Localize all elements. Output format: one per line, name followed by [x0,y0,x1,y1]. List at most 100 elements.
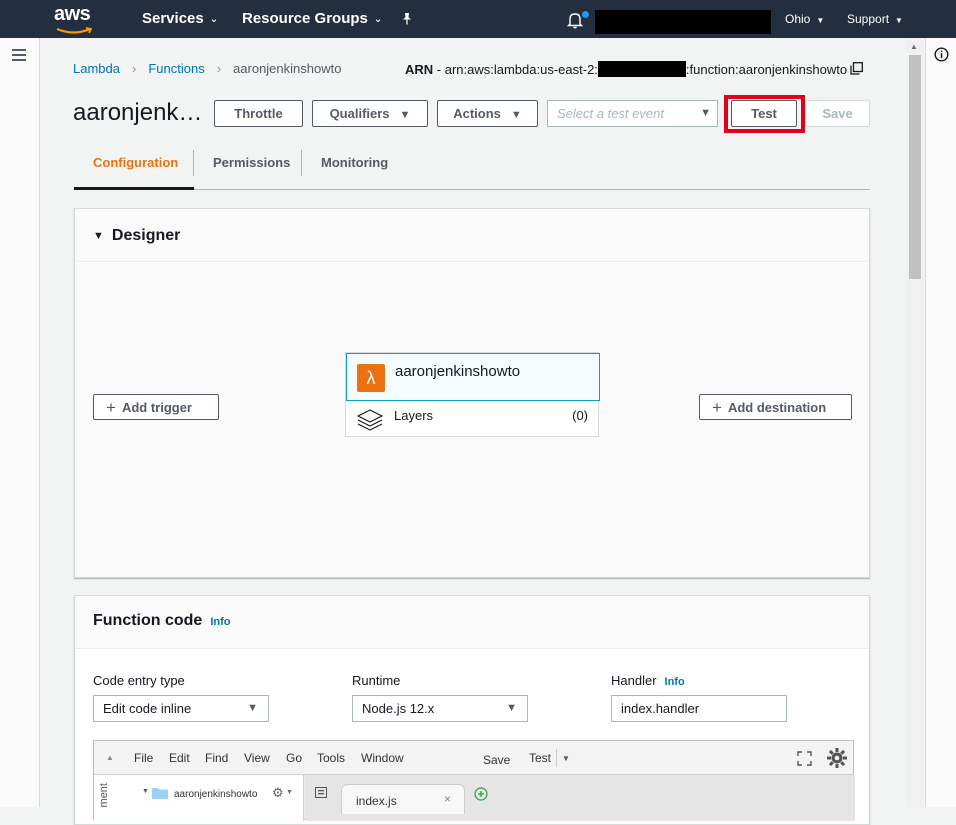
collapse-arrow-icon[interactable]: ▲ [106,753,114,762]
project-folder-name[interactable]: aaronjenkinshowto [174,789,257,800]
collapse-caret-icon: ▼ [93,230,104,242]
editor-menu-window[interactable]: Window [361,751,404,765]
scroll-up-arrow-icon[interactable]: ▲ [910,42,918,51]
pin-icon[interactable] [400,12,414,26]
active-tab-indicator [74,187,194,190]
resource-groups-menu[interactable]: Resource Groups ⌄ [242,10,382,27]
redacted-account-name [595,10,771,34]
tab-configuration[interactable]: Configuration [93,155,178,170]
support-label: Support [847,12,890,26]
designer-header[interactable]: ▼ Designer [75,209,869,262]
designer-canvas: λ aaronjenkinshowto Layers (0) + Add trig… [75,263,869,577]
notification-dot [582,11,589,18]
editor-menu-go[interactable]: Go [286,751,302,765]
save-button[interactable]: Save [805,100,870,127]
caret-down-icon[interactable]: ▼ [562,754,570,763]
plus-icon: + [712,398,722,417]
caret-down-icon: ▼ [700,107,711,119]
qualifiers-dropdown[interactable]: Qualifiers ▼ [312,100,428,127]
designer-title-text: Designer [111,227,181,244]
breadcrumb-lambda-link[interactable]: Lambda [73,61,120,76]
left-side-rail [0,38,40,807]
function-node[interactable]: λ aaronjenkinshowto Layers (0) [345,352,600,437]
actions-label: Actions [453,106,501,121]
info-icon[interactable] [934,47,949,62]
environment-side-label[interactable]: ment [98,783,110,807]
tab-permissions[interactable]: Permissions [213,155,290,170]
support-menu[interactable]: Support ▼ [847,12,903,26]
function-code-panel: Function code Info Code entry type Edit c… [74,595,870,825]
folder-expand-icon[interactable]: ▼ [142,788,149,795]
editor-file-tree: ment ▼ aaronjenkinshowto ⚙ ▼ [94,775,304,821]
breadcrumb-separator-icon: › [131,61,137,76]
editor-tab-index-js[interactable]: index.js × [341,784,465,814]
actions-dropdown[interactable]: Actions ▼ [437,100,538,127]
gear-icon[interactable] [826,747,848,769]
close-tab-icon[interactable]: × [444,792,451,806]
function-node-name: aaronjenkinshowto [395,363,521,380]
function-arn: ARN - arn:aws:lambda:us-east-2::function… [405,61,847,77]
code-editor: ▲ File Edit Find View Go Tools Window Sa… [93,740,855,821]
tab-divider [301,150,302,176]
editor-menu-tools[interactable]: Tools [317,751,345,765]
throttle-button[interactable]: Throttle [214,100,303,127]
redacted-account-id [597,61,686,77]
function-name-heading: aaronjenk… [73,99,203,126]
runtime-label: Runtime [352,673,401,688]
editor-test-button[interactable]: Test [529,751,551,765]
aws-logo-text: aws [54,3,91,25]
caret-down-icon: ▼ [399,109,411,121]
add-trigger-button[interactable]: + Add trigger [93,394,219,420]
editor-menu-edit[interactable]: Edit [169,751,190,765]
handler-input[interactable]: index.handler [611,695,787,722]
breadcrumb-separator-icon: › [216,61,222,76]
test-button-highlight-box [724,95,805,133]
handler-label-text: Handler [611,673,657,688]
services-menu[interactable]: Services ⌄ [142,10,218,27]
code-entry-type-select[interactable]: Edit code inline ▼ [93,695,269,722]
layers-label[interactable]: Layers [394,408,433,423]
arn-suffix: :function:aaronjenkinshowto [685,62,848,77]
function-node-header[interactable]: λ aaronjenkinshowto [346,353,600,401]
plus-icon: + [106,398,116,417]
tab-list-icon[interactable] [315,787,327,798]
function-code-header: Function code Info [75,596,869,649]
editor-menu-find[interactable]: Find [205,751,228,765]
aws-logo[interactable]: aws [54,3,94,34]
breadcrumb-functions-link[interactable]: Functions [148,61,204,76]
save-label: Save [822,106,853,121]
test-event-select[interactable]: Select a test event ▼ [547,100,718,127]
folder-icon [152,788,168,799]
add-destination-button[interactable]: + Add destination [699,394,852,420]
tab-monitoring[interactable]: Monitoring [321,155,388,170]
caret-down-icon: ▼ [895,16,903,25]
scrollbar-thumb[interactable] [909,55,921,279]
designer-title[interactable]: ▼ Designer [93,227,180,245]
editor-save-button[interactable]: Save [483,753,510,767]
test-event-placeholder: Select a test event [557,106,664,121]
add-tab-icon[interactable] [474,787,488,801]
layers-icon [357,409,383,431]
editor-menu-file[interactable]: File [134,751,153,765]
caret-down-icon: ▼ [506,702,517,714]
runtime-select[interactable]: Node.js 12.x ▼ [352,695,528,722]
lambda-icon: λ [357,364,385,392]
editor-tab-bar: index.js × [305,775,855,821]
add-destination-label: Add destination [727,400,827,415]
editor-menu-view[interactable]: View [244,751,270,765]
handler-info-link[interactable]: Info [665,676,685,688]
chevron-down-icon: ⌄ [209,14,219,25]
editor-menu-bar: ▲ File Edit Find View Go Tools Window Sa… [94,741,853,775]
qualifiers-label: Qualifiers [329,106,390,121]
copy-icon[interactable] [850,62,863,75]
caret-down-icon[interactable]: ▼ [286,789,293,796]
handler-value: index.handler [621,701,700,716]
gear-icon[interactable]: ⚙ [272,785,284,801]
function-code-info-link[interactable]: Info [210,616,230,628]
caret-down-icon: ▼ [816,16,825,25]
hamburger-menu-icon[interactable] [12,49,26,61]
region-label: Ohio [785,12,811,26]
caret-down-icon: ▼ [247,702,258,714]
fullscreen-icon[interactable] [797,751,812,766]
region-menu[interactable]: Ohio ▼ [785,12,824,26]
